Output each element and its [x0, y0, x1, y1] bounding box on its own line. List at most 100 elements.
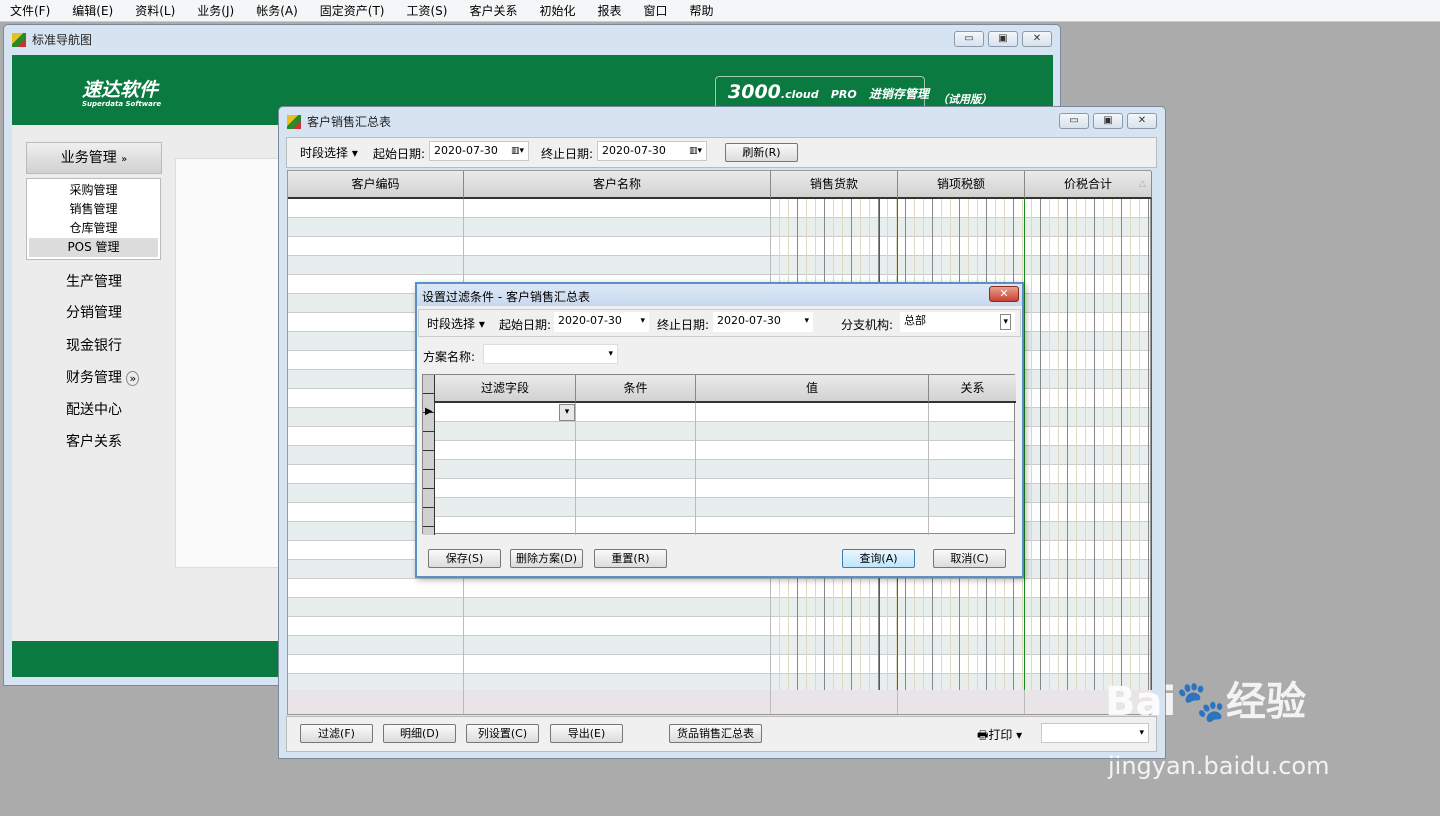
- product-cloud: .cloud: [780, 88, 819, 101]
- start-date-value: 2020-07-30: [434, 144, 498, 157]
- filter-field-dropdown[interactable]: ▾: [559, 404, 575, 421]
- row-indicator-column: [423, 375, 435, 535]
- nav-crm[interactable]: 客户关系: [66, 431, 122, 451]
- col-value[interactable]: 值: [696, 375, 929, 403]
- close-button[interactable]: ✕: [1022, 31, 1052, 47]
- dialog-end-value: 2020-07-30: [717, 314, 781, 327]
- branch-select[interactable]: 总部 ▾: [900, 312, 1015, 332]
- period-select[interactable]: 时段选择 ▾: [300, 144, 358, 161]
- delete-scheme-button[interactable]: 删除方案(D): [510, 549, 583, 568]
- goods-sales-summary-button[interactable]: 货品销售汇总表: [669, 724, 762, 743]
- print-label: 打印: [988, 728, 1013, 742]
- filter-button[interactable]: 过滤(F): [300, 724, 373, 743]
- nav-group-business[interactable]: 业务管理 »: [26, 142, 162, 174]
- cancel-button[interactable]: 取消(C): [933, 549, 1006, 568]
- sort-asc-icon: △: [1139, 179, 1146, 189]
- chevron-down-icon: ▾: [804, 316, 809, 326]
- nav-title-text: 标准导航图: [32, 33, 93, 47]
- group-label: 业务管理: [60, 150, 117, 166]
- chevron-down-icon: ▾: [608, 349, 613, 359]
- scheme-label: 方案名称:: [423, 350, 476, 364]
- printer-icon: 🖶: [977, 728, 989, 742]
- menu-crm[interactable]: 客户关系: [459, 2, 529, 19]
- menu-payroll[interactable]: 工资(S): [396, 2, 459, 19]
- close-button[interactable]: ✕: [1127, 113, 1157, 129]
- detail-button[interactable]: 明细(D): [383, 724, 456, 743]
- menu-edit[interactable]: 编辑(E): [62, 2, 125, 19]
- nav-distribution[interactable]: 分销管理: [66, 302, 122, 322]
- app-icon: [287, 114, 301, 129]
- query-button[interactable]: 查询(A): [842, 549, 915, 568]
- maximize-button[interactable]: ▣: [1093, 113, 1123, 129]
- menu-reports[interactable]: 报表: [588, 2, 634, 19]
- calendar-icon[interactable]: ▥▾: [689, 142, 702, 160]
- save-button[interactable]: 保存(S): [428, 549, 501, 568]
- nav-cash-bank[interactable]: 现金银行: [66, 335, 122, 355]
- menu-init[interactable]: 初始化: [529, 2, 587, 19]
- dialog-title: 设置过滤条件 - 客户销售汇总表: [422, 290, 590, 304]
- menu-file[interactable]: 文件(F): [0, 2, 62, 19]
- end-date-input[interactable]: 2020-07-30 ▥▾: [597, 141, 707, 161]
- dialog-start-date[interactable]: 2020-07-30 ▾: [554, 312, 649, 332]
- submenu-pos[interactable]: POS 管理: [29, 238, 158, 257]
- menu-window[interactable]: 窗口: [634, 2, 680, 19]
- scheme-select[interactable]: ▾: [483, 344, 618, 364]
- menu-bar: 文件(F) 编辑(E) 资料(L) 业务(J) 帐务(A) 固定资产(T) 工资…: [0, 0, 1440, 22]
- nav-window-title: 标准导航图: [12, 31, 92, 48]
- expand-icon: »: [126, 371, 140, 386]
- nav-delivery[interactable]: 配送中心: [66, 399, 122, 419]
- dialog-close-button[interactable]: ✕: [989, 286, 1019, 302]
- maximize-button[interactable]: ▣: [988, 31, 1018, 47]
- summary-row: [288, 690, 1152, 714]
- submenu-warehouse[interactable]: 仓库管理: [29, 219, 158, 238]
- product-name: 进销存管理: [868, 87, 929, 101]
- filter-grid: ▶ 过滤字段 条件 值 关系 ▾: [422, 374, 1016, 535]
- reset-button[interactable]: 重置(R): [594, 549, 667, 568]
- minimize-button[interactable]: ▭: [1059, 113, 1089, 129]
- chevron-down-icon: ▾: [1000, 314, 1011, 330]
- menu-accounts[interactable]: 帐务(A): [246, 2, 310, 19]
- grid-col-lines: [423, 403, 1016, 535]
- report-title-text: 客户销售汇总表: [307, 115, 392, 129]
- end-date-value: 2020-07-30: [602, 144, 666, 157]
- print-template-select[interactable]: ▾: [1041, 723, 1149, 743]
- nav-production[interactable]: 生产管理: [66, 271, 122, 291]
- menu-data[interactable]: 资料(L): [125, 2, 187, 19]
- period-label: 时段选择: [300, 146, 349, 160]
- nav-finance[interactable]: 财务管理 »: [66, 367, 140, 387]
- export-button[interactable]: 导出(E): [550, 724, 623, 743]
- col-condition[interactable]: 条件: [576, 375, 696, 403]
- col-customer-code[interactable]: 客户编码: [288, 171, 464, 199]
- brand-logo: 速达软件 Superdata Software: [82, 75, 161, 108]
- col-filter-field[interactable]: 过滤字段: [435, 375, 576, 403]
- menu-business[interactable]: 业务(J): [187, 2, 246, 19]
- submenu-purchase[interactable]: 采购管理: [29, 181, 158, 200]
- col-output-tax[interactable]: 销项税额: [898, 171, 1025, 199]
- submenu-sales[interactable]: 销售管理: [29, 200, 158, 219]
- dialog-period-select[interactable]: 时段选择 ▾: [427, 315, 485, 332]
- start-date-label: 起始日期:: [373, 147, 426, 161]
- branch-value: 总部: [904, 314, 926, 327]
- chevron-down-icon: ▾: [1139, 728, 1144, 738]
- dialog-end-date[interactable]: 2020-07-30 ▾: [713, 312, 813, 332]
- print-button[interactable]: 🖶打印 ▾: [977, 726, 1022, 747]
- nav-content-panel: [175, 158, 295, 568]
- app-icon: [12, 32, 26, 47]
- column-settings-button[interactable]: 列设置(C): [466, 724, 539, 743]
- watermark-url: jingyan.baidu.com: [1108, 752, 1330, 780]
- minimize-button[interactable]: ▭: [954, 31, 984, 47]
- refresh-button[interactable]: 刷新(R): [725, 143, 798, 162]
- submenu: 采购管理 销售管理 仓库管理 POS 管理: [26, 178, 161, 260]
- menu-fixed-assets[interactable]: 固定资产(T): [310, 2, 397, 19]
- current-row-arrow-icon: ▶: [425, 406, 433, 417]
- col-relation[interactable]: 关系: [929, 375, 1016, 403]
- col-total-label: 价税合计: [1063, 177, 1112, 191]
- col-total-with-tax[interactable]: 价税合计 △: [1025, 171, 1152, 199]
- start-date-input[interactable]: 2020-07-30 ▥▾: [429, 141, 529, 161]
- col-sales-amount[interactable]: 销售货款: [771, 171, 898, 199]
- calendar-icon[interactable]: ▥▾: [511, 142, 524, 160]
- dialog-start-value: 2020-07-30: [558, 314, 622, 327]
- menu-help[interactable]: 帮助: [680, 2, 726, 19]
- collapse-icon: »: [121, 154, 128, 165]
- col-customer-name[interactable]: 客户名称: [464, 171, 771, 199]
